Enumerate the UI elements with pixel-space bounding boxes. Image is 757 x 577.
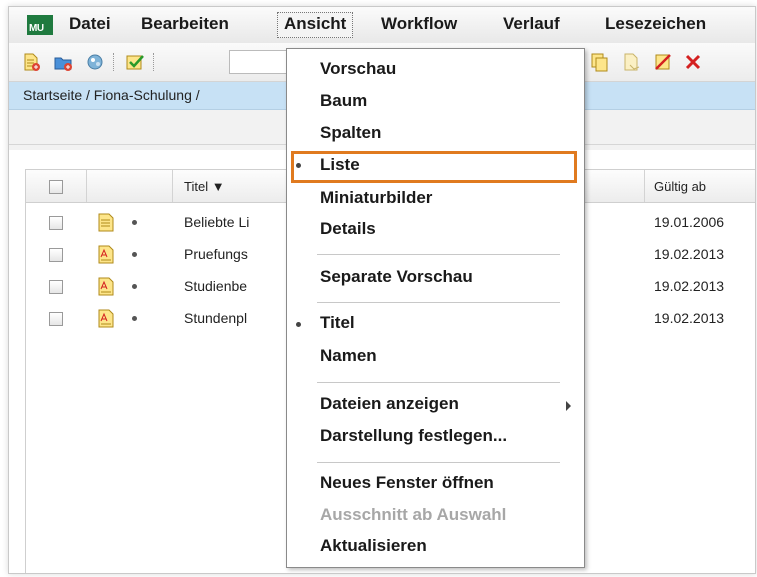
document-icon — [98, 213, 114, 232]
row-valid-from: 19.02.2013 — [654, 246, 725, 262]
breadcrumb-path[interactable]: Startseite / Fiona-Schulung / — [23, 87, 200, 103]
menu-item-darstellung-festlegen[interactable]: Darstellung festlegen... — [320, 426, 507, 446]
status-dot — [132, 284, 137, 289]
new-folder-icon[interactable] — [53, 52, 73, 72]
column-divider — [172, 170, 173, 202]
menubar: MU Datei Bearbeiten Ansicht Workflow Ver… — [9, 7, 755, 44]
menu-item-spalten[interactable]: Spalten — [320, 123, 381, 143]
toolbar-separator — [153, 53, 155, 71]
submenu-arrow-icon — [566, 401, 571, 411]
pdf-document-icon — [98, 245, 114, 264]
menu-workflow[interactable]: Workflow — [381, 14, 457, 34]
menu-item-namen[interactable]: Namen — [320, 346, 377, 366]
highlight-box — [291, 151, 577, 183]
row-checkbox[interactable] — [49, 248, 63, 262]
row-valid-from: 19.02.2013 — [654, 310, 725, 326]
row-title[interactable]: Studienbe — [184, 278, 247, 294]
menu-item-aktualisieren[interactable]: Aktualisieren — [320, 536, 427, 556]
menu-item-neues-fenster[interactable]: Neues Fenster öffnen — [320, 473, 494, 493]
row-title[interactable]: Stundenpl — [184, 310, 247, 326]
selected-bullet-icon — [296, 322, 301, 327]
resource-icon[interactable] — [85, 52, 105, 72]
column-header-title[interactable]: Titel ▼ — [184, 179, 225, 194]
menu-item-miniaturbilder[interactable]: Miniaturbilder — [320, 188, 432, 208]
menu-item-separate-vorschau[interactable]: Separate Vorschau — [320, 267, 473, 287]
status-dot — [132, 316, 137, 321]
column-divider — [86, 170, 87, 202]
column-divider — [644, 170, 645, 202]
menu-lesezeichen[interactable]: Lesezeichen — [605, 14, 706, 34]
toolbar-separator — [113, 53, 115, 71]
ansicht-dropdown-menu: Vorschau Baum Spalten Liste Miniaturbild… — [286, 48, 585, 568]
copy-icon[interactable] — [589, 52, 609, 72]
delete-icon[interactable] — [683, 52, 703, 72]
app-window: MU Datei Bearbeiten Ansicht Workflow Ver… — [8, 6, 756, 574]
menu-item-baum[interactable]: Baum — [320, 91, 367, 111]
column-header-valid-from[interactable]: Gültig ab — [654, 179, 706, 194]
toolbar-search-input[interactable] — [229, 50, 291, 74]
row-checkbox[interactable] — [49, 280, 63, 294]
menu-datei[interactable]: Datei — [69, 14, 111, 34]
menu-item-ausschnitt-ab-auswahl: Ausschnitt ab Auswahl — [320, 505, 507, 524]
menu-item-details[interactable]: Details — [320, 219, 376, 239]
pdf-document-icon — [98, 309, 114, 328]
delete-draft-icon[interactable] — [653, 52, 673, 72]
row-title[interactable]: Pruefungs — [184, 246, 248, 262]
menu-separator — [317, 254, 560, 255]
paste-icon[interactable] — [621, 52, 641, 72]
menu-separator — [317, 462, 560, 463]
menu-bearbeiten[interactable]: Bearbeiten — [141, 14, 229, 34]
menu-item-vorschau[interactable]: Vorschau — [320, 59, 396, 79]
new-document-icon[interactable] — [21, 52, 41, 72]
row-valid-from: 19.02.2013 — [654, 278, 725, 294]
menu-item-titel[interactable]: Titel — [320, 313, 355, 333]
row-checkbox[interactable] — [49, 312, 63, 326]
menu-verlauf[interactable]: Verlauf — [503, 14, 560, 34]
release-icon[interactable] — [125, 52, 145, 72]
status-dot — [132, 220, 137, 225]
row-valid-from: 19.01.2006 — [654, 214, 725, 230]
mu-logo: MU — [27, 15, 53, 35]
status-dot — [132, 252, 137, 257]
menu-separator — [317, 382, 560, 383]
menu-item-dateien-anzeigen[interactable]: Dateien anzeigen — [320, 394, 459, 414]
row-title[interactable]: Beliebte Li — [184, 214, 249, 230]
pdf-document-icon — [98, 277, 114, 296]
row-checkbox[interactable] — [49, 216, 63, 230]
menu-separator — [317, 302, 560, 303]
select-all-checkbox[interactable] — [49, 180, 63, 194]
menu-ansicht[interactable]: Ansicht — [277, 12, 354, 38]
